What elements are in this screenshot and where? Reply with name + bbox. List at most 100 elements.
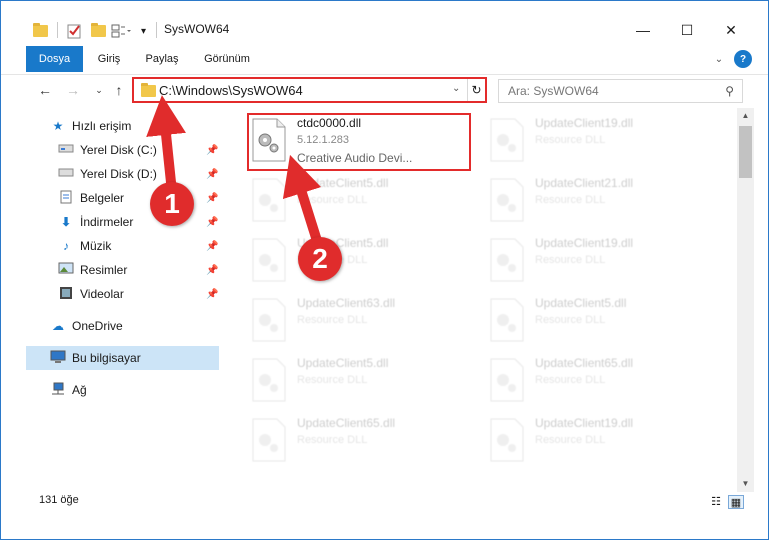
file-item[interactable]: UpdateClient65.dll Resource DLL	[485, 352, 709, 412]
vertical-scrollbar[interactable]: ▲ ▼	[737, 108, 754, 492]
dll-file-icon	[489, 418, 527, 462]
dll-file-icon	[251, 358, 289, 402]
file-item[interactable]: UpdateClient21.dll Resource DLL	[485, 172, 709, 232]
cloud-icon: ☁	[52, 319, 64, 333]
file-name: UpdateClient5.dll	[297, 176, 389, 190]
dll-file-icon	[489, 118, 527, 162]
sidebar-item-label: Hızlı erişim	[72, 119, 132, 133]
quick-access-dropdown-icon[interactable]: ▾	[141, 19, 146, 43]
sidebar-item-label: İndirmeler	[80, 215, 134, 229]
sidebar-item-label: Müzik	[80, 239, 112, 253]
sidebar-item-network[interactable]: Ağ	[50, 378, 243, 402]
pin-icon[interactable]: 📌	[206, 265, 218, 276]
computer-icon	[50, 350, 66, 366]
scroll-down-icon[interactable]: ▼	[737, 476, 754, 492]
file-item[interactable]: UpdateClient63.dll Resource DLL	[247, 292, 471, 352]
forward-arrow-icon[interactable]: →	[63, 78, 83, 102]
address-bar[interactable]: C:\Windows\SysWOW64 ⌄ ↻	[132, 77, 487, 103]
close-button[interactable]: ✕	[709, 17, 753, 43]
file-explorer-window: ▾ SysWOW64 — ☐ ✕ Dosya Giriş Paylaş Görü…	[0, 0, 769, 540]
file-name: UpdateClient5.dll	[297, 356, 389, 370]
file-type: Resource DLL	[535, 194, 606, 206]
sidebar-item-label: Bu bilgisayar	[72, 351, 141, 365]
sidebar-item-label: Ağ	[72, 383, 87, 397]
divider	[57, 22, 58, 38]
up-arrow-icon[interactable]: ↑	[109, 78, 129, 102]
tab-share[interactable]: Paylaş	[139, 46, 185, 72]
file-type: Resource DLL	[297, 194, 368, 206]
sidebar-item-label: Belgeler	[80, 191, 125, 205]
file-type: Resource DLL	[535, 254, 606, 266]
divider	[156, 22, 157, 38]
item-count: 131 öğe	[39, 494, 79, 506]
ribbon-tabs: Dosya Giriş Paylaş Görünüm ⌄ ?	[1, 46, 768, 72]
file-type: Resource DLL	[535, 434, 606, 446]
file-type: Resource DLL	[535, 314, 606, 326]
tab-view[interactable]: Görünüm	[197, 46, 257, 72]
dll-file-icon	[251, 418, 289, 462]
sidebar-item-label: Yerel Disk (C:)	[80, 143, 157, 157]
back-arrow-icon[interactable]: ←	[35, 78, 55, 102]
address-history-chevron-icon[interactable]: ⌄	[452, 83, 460, 94]
pin-icon[interactable]: 📌	[206, 169, 218, 180]
pin-icon[interactable]: 📌	[206, 193, 218, 204]
address-path[interactable]: C:\Windows\SysWOW64	[159, 83, 303, 98]
sidebar-item-quick-access[interactable]: ★ Hızlı erişim	[50, 114, 243, 138]
file-name: UpdateClient21.dll	[535, 176, 634, 190]
customize-icon[interactable]	[111, 19, 131, 43]
search-input[interactable]: Ara: SysWOW64 ⚲	[498, 79, 743, 103]
dll-file-icon	[251, 178, 289, 222]
pin-icon[interactable]: 📌	[206, 289, 218, 300]
dll-file-icon	[489, 298, 527, 342]
search-icon[interactable]: ⚲	[725, 84, 734, 98]
sidebar-item-this-pc[interactable]: Bu bilgisayar	[26, 346, 219, 370]
file-type: Resource DLL	[297, 314, 368, 326]
file-name: UpdateClient63.dll	[297, 296, 396, 310]
drive-icon	[58, 166, 74, 182]
dll-file-icon	[489, 238, 527, 282]
pin-icon[interactable]: 📌	[206, 145, 218, 156]
ribbon-expand-icon[interactable]: ⌄	[710, 50, 728, 68]
scroll-thumb[interactable]	[739, 126, 752, 178]
sidebar-item-onedrive[interactable]: ☁ OneDrive	[50, 314, 243, 338]
folder-icon	[141, 83, 156, 100]
music-icon: ♪	[63, 239, 69, 253]
help-icon[interactable]: ?	[734, 50, 752, 68]
file-type: Resource DLL	[535, 134, 606, 146]
pin-icon[interactable]: 📌	[206, 217, 218, 228]
step-1-badge: 1	[150, 182, 194, 226]
refresh-icon[interactable]: ↻	[467, 79, 485, 101]
dll-file-icon	[251, 238, 289, 282]
minimize-button[interactable]: —	[621, 17, 665, 43]
new-folder-icon[interactable]	[91, 19, 106, 43]
file-item[interactable]: UpdateClient5.dll Resource DLL	[247, 352, 471, 412]
pictures-icon	[58, 262, 74, 278]
file-name: UpdateClient19.dll	[535, 116, 634, 130]
recent-locations-chevron-icon[interactable]: ⌄	[89, 78, 109, 102]
file-name: UpdateClient65.dll	[535, 356, 634, 370]
file-highlight-box	[247, 113, 471, 171]
file-item[interactable]: UpdateClient5.dll Resource DLL	[247, 232, 471, 292]
file-item[interactable]: UpdateClient19.dll Resource DLL	[485, 412, 709, 472]
sidebar-item-label: Yerel Disk (D:)	[80, 167, 157, 181]
tab-home[interactable]: Giriş	[89, 46, 129, 72]
scroll-up-icon[interactable]: ▲	[737, 108, 754, 124]
file-item[interactable]: UpdateClient19.dll Resource DLL	[485, 232, 709, 292]
file-type: Resource DLL	[297, 434, 368, 446]
file-item[interactable]: UpdateClient5.dll Resource DLL	[485, 292, 709, 352]
file-type: Resource DLL	[297, 374, 368, 386]
file-item[interactable]: UpdateClient19.dll Resource DLL	[485, 112, 709, 172]
tab-file[interactable]: Dosya	[26, 46, 83, 72]
pin-icon[interactable]: 📌	[206, 241, 218, 252]
large-icons-view-icon[interactable]: ▦	[728, 495, 744, 509]
title-bar: ▾ SysWOW64 — ☐ ✕	[1, 1, 768, 43]
network-icon	[50, 382, 66, 398]
window-title: SysWOW64	[164, 22, 230, 36]
maximize-button[interactable]: ☐	[665, 17, 709, 43]
properties-check-icon[interactable]	[67, 19, 83, 43]
file-item[interactable]: UpdateClient5.dll Resource DLL	[247, 172, 471, 232]
download-icon: ⬇	[60, 215, 72, 229]
star-icon: ★	[52, 119, 64, 133]
file-item[interactable]: UpdateClient65.dll Resource DLL	[247, 412, 471, 472]
details-view-icon[interactable]: ☷	[708, 495, 724, 509]
